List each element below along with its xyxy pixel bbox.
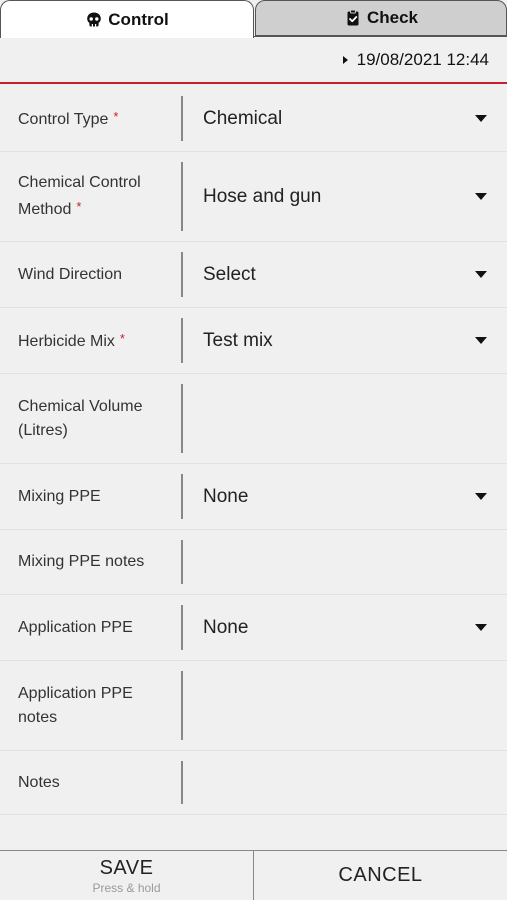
mixing-ppe-notes-input[interactable] — [203, 530, 491, 594]
save-label: SAVE — [99, 856, 154, 879]
tab-bar: Control Check — [0, 0, 507, 38]
field-separator — [181, 252, 183, 297]
tab-control[interactable]: Control — [0, 0, 254, 38]
field-value: Test mix — [203, 329, 273, 351]
field-separator — [181, 605, 183, 650]
field-label: Control Type * — [18, 109, 119, 128]
dropdown-caret-icon — [475, 271, 487, 278]
save-hint: Press & hold — [92, 880, 161, 895]
chemical-control-method-select[interactable]: Hose and gun — [203, 152, 491, 241]
field-value: Select — [203, 263, 256, 285]
required-marker: * — [113, 109, 119, 124]
form-row-control-type[interactable]: Control Type * Chemical — [0, 86, 507, 152]
tab-check-label: Check — [366, 8, 419, 27]
chemical-volume-input[interactable] — [203, 374, 491, 463]
field-label: Herbicide Mix * — [18, 331, 125, 350]
field-separator — [181, 384, 183, 453]
field-value: None — [203, 616, 249, 638]
mixing-ppe-select[interactable]: None — [203, 464, 491, 529]
control-type-select[interactable]: Chemical — [203, 86, 491, 151]
dropdown-caret-icon — [475, 337, 487, 344]
clipboard-check-icon — [347, 9, 359, 26]
application-ppe-notes-input[interactable] — [203, 661, 491, 750]
field-value: Chemical — [203, 107, 283, 129]
field-label: Chemical Volume (Litres) — [18, 397, 143, 439]
form-row-wind-direction[interactable]: Wind Direction Select — [0, 242, 507, 308]
required-marker: * — [119, 331, 125, 346]
field-label: Mixing PPE — [18, 487, 101, 505]
field-label: Application PPE notes — [18, 684, 133, 726]
required-marker: * — [76, 199, 82, 214]
field-separator — [181, 761, 183, 804]
form-row-application-ppe-notes[interactable]: Application PPE notes — [0, 661, 507, 751]
field-label: Notes — [18, 773, 60, 791]
expand-triangle-icon — [342, 55, 348, 64]
form-row-mixing-ppe[interactable]: Mixing PPE None — [0, 464, 507, 530]
field-separator — [181, 540, 183, 584]
form-row-herbicide-mix[interactable]: Herbicide Mix * Test mix — [0, 308, 507, 374]
wind-direction-select[interactable]: Select — [203, 242, 491, 307]
herbicide-mix-select[interactable]: Test mix — [203, 308, 491, 373]
field-separator — [181, 474, 183, 519]
control-form: Control Type * Chemical Chemical Control … — [0, 86, 507, 815]
field-separator — [181, 96, 183, 141]
tab-control-label: Control — [108, 9, 169, 29]
field-label: Application PPE — [18, 618, 133, 636]
form-row-chemical-control-method[interactable]: Chemical Control Method * Hose and gun — [0, 152, 507, 242]
field-label: Mixing PPE notes — [18, 553, 145, 570]
field-label: Wind Direction — [18, 265, 123, 283]
form-row-mixing-ppe-notes[interactable]: Mixing PPE notes — [0, 530, 507, 595]
field-label: Chemical Control Method * — [18, 174, 141, 218]
dropdown-caret-icon — [475, 115, 487, 122]
dropdown-caret-icon — [475, 493, 487, 500]
field-separator — [181, 671, 183, 740]
application-ppe-select[interactable]: None — [203, 595, 491, 660]
save-button[interactable]: SAVE Press & hold — [0, 851, 254, 900]
field-value: Hose and gun — [203, 185, 322, 207]
cancel-label: CANCEL — [338, 864, 423, 886]
form-row-chemical-volume[interactable]: Chemical Volume (Litres) — [0, 374, 507, 464]
form-row-notes[interactable]: Notes — [0, 751, 507, 815]
form-row-application-ppe[interactable]: Application PPE None — [0, 595, 507, 661]
footer-bar: SAVE Press & hold CANCEL — [0, 850, 507, 900]
skull-icon — [87, 12, 102, 26]
datetime-bar[interactable]: 19/08/2021 12:44 — [0, 37, 507, 84]
tab-check[interactable]: Check — [255, 0, 507, 36]
notes-input[interactable] — [203, 751, 491, 814]
field-separator — [181, 162, 183, 231]
cancel-button[interactable]: CANCEL — [254, 851, 507, 900]
dropdown-caret-icon — [475, 193, 487, 200]
field-value: None — [203, 485, 249, 507]
dropdown-caret-icon — [475, 624, 487, 631]
field-separator — [181, 318, 183, 363]
datetime-value: 19/08/2021 12:44 — [356, 49, 489, 69]
